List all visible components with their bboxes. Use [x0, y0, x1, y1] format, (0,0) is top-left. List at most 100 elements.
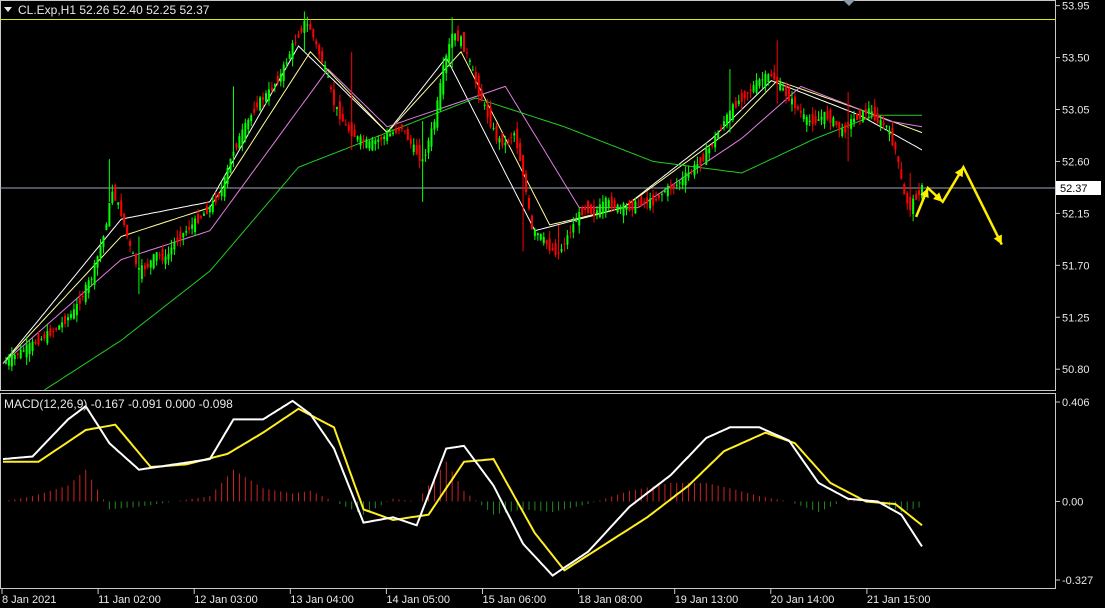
candle-body — [607, 200, 610, 208]
candle-body — [649, 198, 652, 209]
candle-body — [465, 52, 468, 54]
window-title-text: CL.Exp,H1 52.26 52.40 52.25 52.37 — [18, 3, 210, 17]
candle-body — [595, 210, 598, 214]
candle-body — [838, 121, 841, 131]
candle-body — [84, 284, 87, 302]
time-tick-label: 19 Jan 13:00 — [675, 594, 739, 606]
candle-body — [666, 185, 669, 197]
chart-canvas[interactable]: 53.95 53.50 53.05 52.60 52.15 51.70 51.25 50.80… — [0, 0, 1105, 608]
candle-body — [696, 164, 699, 168]
macd-title: MACD(12,26,9) -0.167 -0.091 0.000 -0.098 — [4, 397, 233, 411]
candle-body — [858, 110, 861, 119]
candle-body — [211, 201, 214, 212]
candle-body — [525, 173, 528, 192]
time-tick-label: 15 Jan 06:00 — [483, 594, 547, 606]
candle-body — [519, 143, 522, 162]
candle-body — [415, 145, 418, 155]
time-tick-label: 21 Jan 15:00 — [867, 594, 931, 606]
candle-body — [566, 235, 569, 245]
candle-body — [900, 169, 903, 179]
candle-body — [454, 33, 457, 41]
candle-body — [55, 328, 58, 331]
candle-body — [173, 241, 176, 250]
candle-body — [468, 60, 471, 62]
time-tick-label: 18 Jan 08:00 — [579, 594, 643, 606]
candle-body — [705, 148, 708, 165]
candle-body — [610, 196, 613, 208]
candle-body — [315, 40, 318, 45]
candle-body — [406, 128, 409, 141]
candle-body — [282, 64, 285, 81]
candle-body — [601, 201, 604, 214]
candle-body — [137, 267, 140, 270]
candle-body — [430, 128, 433, 147]
candle-body — [132, 252, 135, 254]
candle-body — [737, 100, 740, 105]
candle-body — [864, 108, 867, 114]
candle-body — [897, 156, 900, 163]
candle-body — [365, 139, 368, 148]
candle-body — [291, 43, 294, 60]
candle-body — [52, 331, 55, 333]
candle-body — [510, 136, 513, 139]
candle-body — [861, 110, 864, 122]
candle-body — [548, 238, 551, 251]
candle-body — [909, 196, 912, 211]
candle-body — [383, 136, 386, 139]
price-tick-label: 52.15 — [1062, 208, 1090, 220]
candle-body — [176, 237, 179, 242]
candle-body — [613, 200, 616, 209]
candle-body — [882, 122, 885, 126]
candle-body — [427, 140, 430, 153]
candle-body — [826, 110, 829, 120]
candle-body — [28, 343, 31, 355]
candle-body — [332, 89, 335, 106]
time-tick-label: 12 Jan 03:00 — [194, 594, 258, 606]
price-tick-label: 50.80 — [1062, 364, 1090, 376]
candle-body — [687, 172, 690, 178]
candle-body — [542, 237, 545, 244]
candle-body — [708, 148, 711, 154]
candle-body — [397, 126, 400, 131]
candle-body — [758, 79, 761, 86]
candle-body — [557, 252, 560, 254]
candle-body — [99, 246, 102, 258]
price-tick-label: 51.25 — [1062, 312, 1090, 324]
candle-body — [604, 197, 607, 213]
candle-body — [746, 92, 749, 94]
candle-body — [161, 249, 164, 261]
candle-body — [782, 88, 785, 91]
candle-body — [309, 23, 312, 30]
candle-body — [489, 107, 492, 127]
candle-body — [912, 198, 915, 215]
candle-body — [575, 220, 578, 222]
candle-body — [915, 194, 918, 200]
price-tick-label: 51.70 — [1062, 260, 1090, 272]
candle-body — [513, 133, 516, 136]
candle-body — [731, 104, 734, 121]
candle-body — [628, 201, 631, 211]
candle-body — [598, 204, 601, 218]
candle-body — [64, 315, 67, 324]
candle-body — [409, 138, 412, 145]
candle-body — [324, 65, 327, 70]
candle-body — [149, 260, 152, 268]
candle-body — [81, 295, 84, 297]
candle-body — [327, 76, 330, 78]
candle-body — [572, 224, 575, 233]
candle-body — [590, 204, 593, 214]
candle-body — [581, 207, 584, 216]
chart-background — [0, 0, 1105, 608]
candle-body — [244, 123, 247, 141]
candle-body — [616, 204, 619, 213]
candle-body — [412, 144, 415, 152]
candle-body — [714, 136, 717, 148]
candle-body — [847, 122, 850, 129]
time-tick-label: 20 Jan 14:00 — [771, 594, 835, 606]
candle-body — [918, 190, 921, 195]
candle-body — [179, 231, 182, 241]
candle-body — [820, 116, 823, 120]
candle-body — [480, 89, 483, 102]
candle-body — [823, 111, 826, 125]
candle-body — [267, 89, 270, 101]
